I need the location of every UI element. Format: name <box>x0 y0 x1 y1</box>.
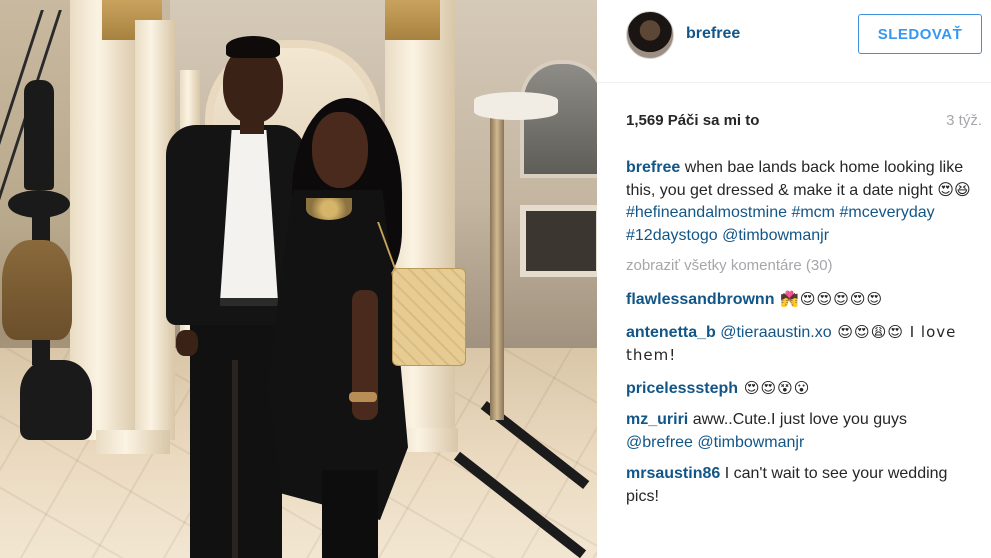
load-more-comments-link[interactable]: zobraziť všetky komentáre (30) <box>626 256 971 276</box>
post-header: brefree SLEDOVAŤ <box>597 0 991 83</box>
comment-username-link[interactable]: antenetta_b <box>626 324 716 341</box>
mention-link[interactable]: @brefree @timbowmanjr <box>626 434 804 451</box>
comment-text: 😍😍😵😮 <box>738 378 811 397</box>
comment-item: pricelesssteph 😍😍😵😮 <box>626 377 971 401</box>
comment-item: flawlessandbrownn 💏😍😍😍😍😍 <box>626 288 971 312</box>
header-username-link[interactable]: brefree <box>686 25 740 43</box>
photo-fireplace <box>520 205 597 277</box>
post-photo[interactable] <box>0 0 597 558</box>
comment-username-link[interactable]: mrsaustin86 <box>626 465 720 482</box>
photo-man-belt <box>220 298 280 306</box>
photo-lion-statue <box>2 240 72 340</box>
photo-lamp-shade <box>474 92 558 120</box>
hashtag-link[interactable]: #mcm <box>791 204 835 221</box>
photo-man-hair <box>226 36 280 58</box>
comment-username-link[interactable]: mz_uriri <box>626 411 688 428</box>
comment-text: aww..Cute.I just love you guys <box>688 411 908 428</box>
post-timestamp[interactable]: 3 týž. <box>946 112 982 129</box>
comment-username-link[interactable]: flawlessandbrownn <box>626 291 774 308</box>
photo-woman-face <box>312 112 368 188</box>
comment-username-link[interactable]: pricelesssteph <box>626 380 738 397</box>
photo-woman-legs <box>322 470 378 558</box>
hashtag-link[interactable]: #hefineandalmostmine <box>626 204 787 221</box>
photo-man-hand <box>176 330 198 356</box>
photo-statue-base <box>8 190 70 218</box>
mention-link[interactable]: @tieraaustin.xo <box>716 324 831 341</box>
photo-lamp-pole <box>490 110 504 420</box>
photo-statue <box>24 80 54 190</box>
likes-row: 1,569 Páči sa mi to 3 týž. <box>626 112 982 132</box>
hashtag-link[interactable]: #mceveryday <box>839 204 934 221</box>
post-side-panel: brefree SLEDOVAŤ 1,569 Páči sa mi to 3 t… <box>597 0 991 558</box>
follow-button[interactable]: SLEDOVAŤ <box>858 14 982 54</box>
comment-item: mz_uriri aww..Cute.I just love you guys … <box>626 409 971 454</box>
comment-item: mrsaustin86 I can't wait to see your wed… <box>626 463 971 508</box>
photo-watch <box>349 392 377 402</box>
photo-man-leg-gap <box>232 360 238 558</box>
photo-column-capital <box>385 0 440 40</box>
mention-link[interactable]: @timbowmanjr <box>722 227 829 244</box>
photo-necklace <box>306 198 352 220</box>
photo-handbag <box>392 268 466 366</box>
comment-text: 💏😍😍😍😍😍 <box>774 290 884 308</box>
user-avatar[interactable] <box>626 11 674 59</box>
likes-count[interactable]: 1,569 Páči sa mi to <box>626 112 759 129</box>
comment-item: antenetta_b @tieraaustin.xo 😍😍😩😍 I love … <box>626 321 971 368</box>
photo-statue-pedestal <box>20 360 92 440</box>
hashtag-link[interactable]: #12daystogo <box>626 227 718 244</box>
caption: brefree when bae lands back home looking… <box>626 157 971 247</box>
post-view: brefree SLEDOVAŤ 1,569 Páči sa mi to 3 t… <box>0 0 991 558</box>
caption-username-link[interactable]: brefree <box>626 159 680 176</box>
comments-list: brefree when bae lands back home looking… <box>626 157 971 517</box>
photo-column-base <box>96 430 170 454</box>
